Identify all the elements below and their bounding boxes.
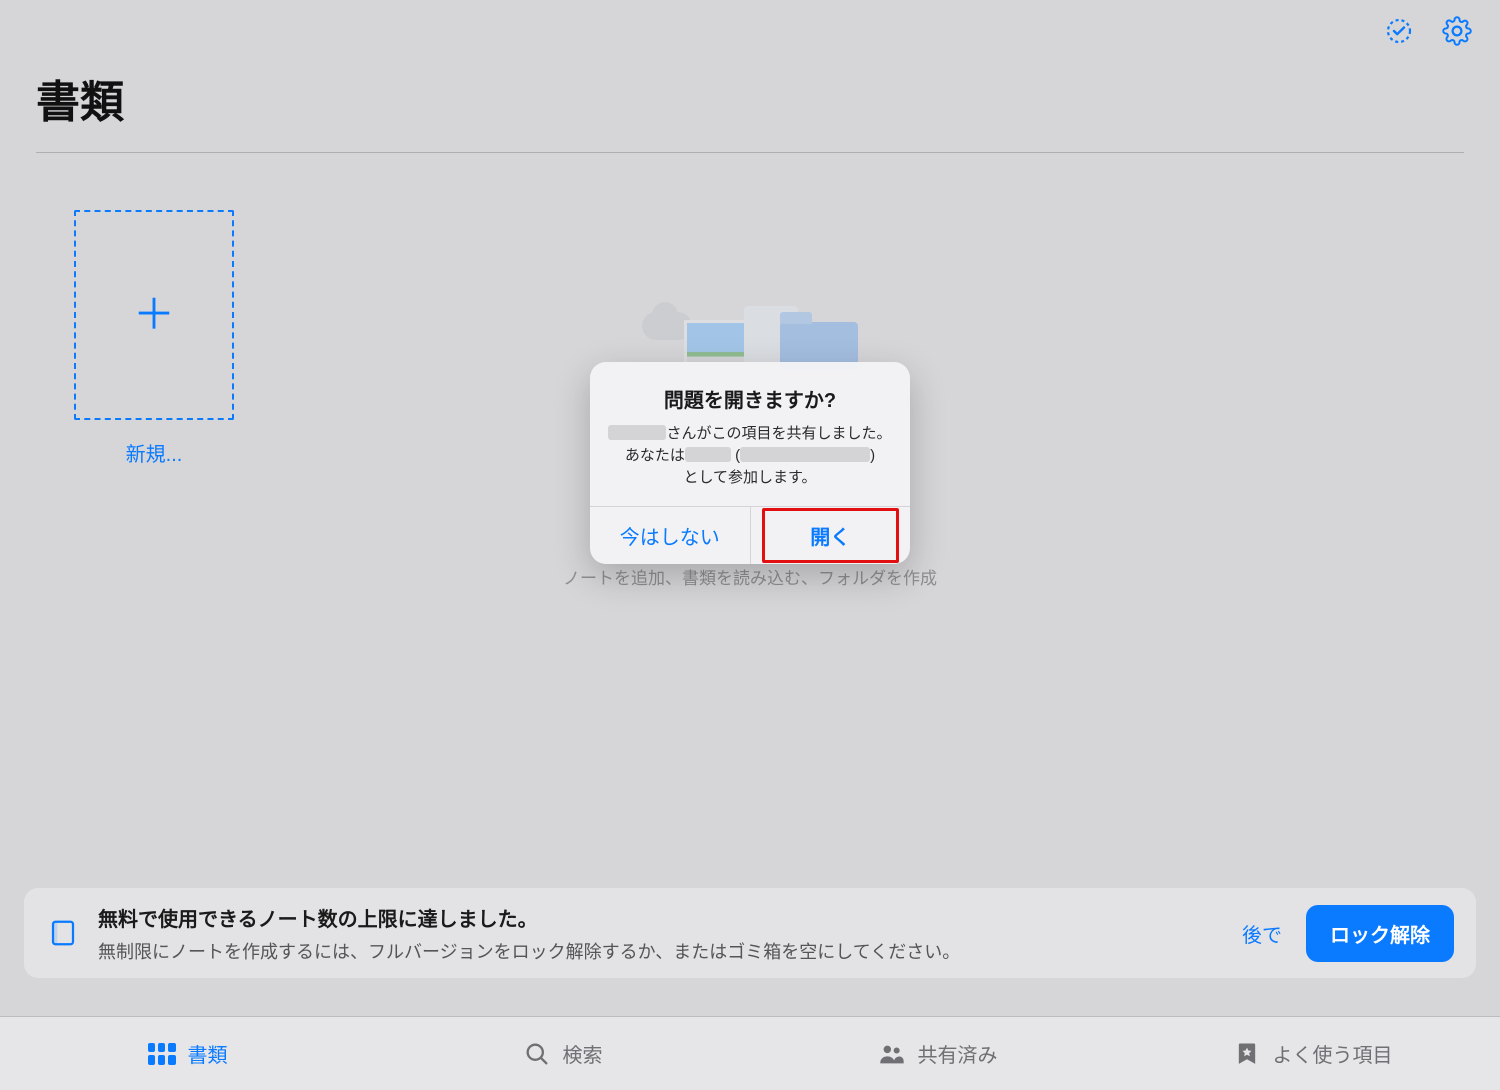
nav-favorites[interactable]: よく使う項目	[1125, 1017, 1500, 1090]
bookmark-star-icon	[1233, 1040, 1261, 1068]
nav-documents[interactable]: 書類	[0, 1017, 375, 1090]
upgrade-banner: 無料で使用できるノート数の上限に達しました。 無制限にノートを作成するには、フル…	[24, 888, 1476, 978]
redacted-name	[608, 425, 666, 440]
dialog-message: さんがこの項目を共有しました。 あなたは () として参加します。	[608, 423, 892, 488]
empty-state-illustration	[640, 302, 860, 362]
nav-search-label: 検索	[563, 1039, 603, 1068]
banner-subtitle: 無制限にノートを作成するには、フルバージョンをロック解除するか、またはゴミ箱を空…	[98, 938, 1224, 964]
redacted-email	[740, 447, 870, 462]
later-button[interactable]: 後で	[1242, 919, 1282, 948]
open-button-highlight: 開く	[762, 508, 899, 563]
unlock-button[interactable]: ロック解除	[1306, 905, 1454, 962]
not-now-button[interactable]: 今はしない	[590, 507, 750, 564]
nav-shared[interactable]: 共有済み	[750, 1017, 1125, 1090]
select-icon[interactable]	[1382, 14, 1416, 48]
plus-icon: ＋	[133, 294, 175, 336]
open-share-dialog: 問題を開きますか? さんがこの項目を共有しました。 あなたは () として参加し…	[590, 362, 910, 564]
nav-documents-label: 書類	[188, 1039, 228, 1068]
dialog-title: 問題を開きますか?	[608, 384, 892, 413]
bottom-nav: 書類 検索 共有済み よく使う項目	[0, 1016, 1500, 1090]
nav-shared-label: 共有済み	[918, 1039, 998, 1068]
empty-state-hint: ノートを追加、書類を読み込む、フォルダを作成	[0, 564, 1500, 589]
nav-search[interactable]: 検索	[375, 1017, 750, 1090]
people-icon	[878, 1040, 906, 1068]
grid-icon	[148, 1043, 176, 1065]
open-button[interactable]: 開く	[771, 513, 890, 558]
banner-title: 無料で使用できるノート数の上限に達しました。	[98, 903, 1224, 932]
note-icon	[46, 916, 80, 950]
redacted-you	[685, 447, 731, 462]
page-title: 書類	[36, 56, 1464, 153]
gear-icon[interactable]	[1440, 14, 1474, 48]
search-icon	[523, 1040, 551, 1068]
new-document-label: 新規...	[74, 438, 234, 467]
new-document-tile[interactable]: ＋	[74, 210, 234, 420]
nav-favorites-label: よく使う項目	[1273, 1039, 1393, 1068]
